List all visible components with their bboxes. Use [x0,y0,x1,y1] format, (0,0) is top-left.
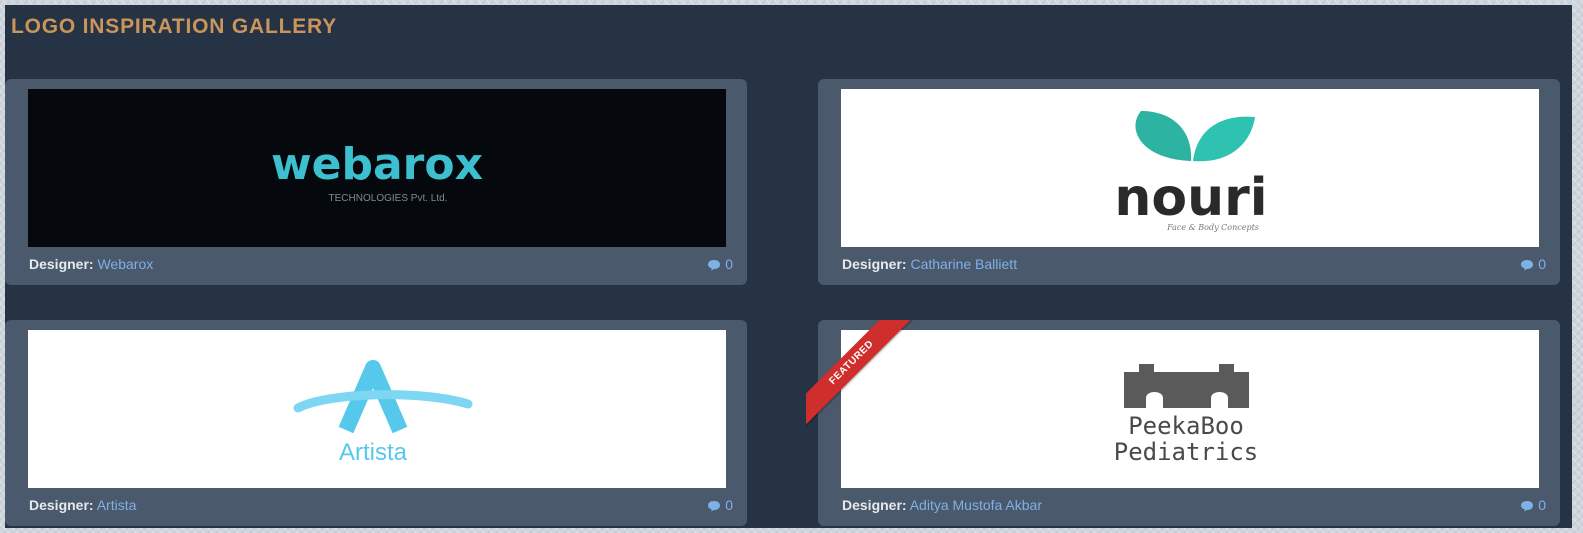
designer-label: Designer: [842,256,907,272]
page-background: LOGO INSPIRATION GALLERY webarox TECHNOL… [0,0,1583,533]
logo-thumbnail[interactable]: webarox TECHNOLOGIES Pvt. Ltd. [28,89,726,247]
gallery-panel: LOGO INSPIRATION GALLERY webarox TECHNOL… [5,5,1572,528]
designer-link[interactable]: Webarox [97,256,153,272]
designer-link[interactable]: Artista [97,497,137,513]
speech-bubble-icon [708,501,721,512]
leaf-right-icon [1193,116,1255,162]
logo-wordmark: Artista [339,439,408,466]
comment-count[interactable]: 0 [1520,495,1546,515]
logo-thumbnail[interactable]: Artista [28,330,726,488]
webarox-logo: webarox TECHNOLOGIES Pvt. Ltd. [271,139,483,204]
artista-logo: Artista [293,360,473,466]
designer-link[interactable]: Aditya Mustofa Akbar [910,497,1042,513]
gallery-title: LOGO INSPIRATION GALLERY [11,15,338,38]
comment-count-value: 0 [1538,256,1546,272]
logo-thumbnail[interactable]: nouri Face & Body Concepts [841,89,1539,247]
logo-thumbnail[interactable]: PeekaBoo Pediatrics [841,330,1539,488]
comment-count-value: 0 [1538,497,1546,513]
logo-tagline: TECHNOLOGIES Pvt. Ltd. [329,193,448,204]
designer-label: Designer: [842,497,907,513]
comment-count[interactable]: 0 [1520,254,1546,274]
logo-card: PeekaBoo Pediatrics FEATURED Designer: A… [806,320,1560,526]
logo-wordmark: PeekaBoo [1128,412,1244,440]
speech-bubble-icon [708,260,721,271]
logo-card: nouri Face & Body Concepts Designer: Cat… [818,79,1560,285]
designer-label: Designer: [29,256,94,272]
comment-count-value: 0 [725,497,733,513]
logo-card: webarox TECHNOLOGIES Pvt. Ltd. Designer:… [5,79,747,285]
comment-count[interactable]: 0 [707,495,733,515]
logo-wordmark: nouri [1114,168,1267,228]
card-meta: Designer: Webarox 0 [29,254,733,274]
designer-link[interactable]: Catharine Balliett [910,256,1017,272]
designer-label: Designer: [29,497,94,513]
speech-bubble-icon [1521,260,1534,271]
leaf-left-icon [1135,111,1192,161]
card-meta: Designer: Artista 0 [29,495,733,515]
logo-tagline: Face & Body Concepts [1166,223,1259,232]
comment-count[interactable]: 0 [707,254,733,274]
logo-card: Artista Designer: Artista 0 [5,320,747,526]
building-icon [1124,364,1249,408]
card-meta: Designer: Aditya Mustofa Akbar 0 [842,495,1546,515]
peekaboo-logo: PeekaBoo Pediatrics [1114,364,1259,466]
speech-bubble-icon [1521,501,1534,512]
logo-tagline: Pediatrics [1114,438,1259,466]
comment-count-value: 0 [725,256,733,272]
nouri-logo: nouri Face & Body Concepts [1114,111,1268,232]
logo-wordmark: webarox [271,139,483,190]
card-meta: Designer: Catharine Balliett 0 [842,254,1546,274]
